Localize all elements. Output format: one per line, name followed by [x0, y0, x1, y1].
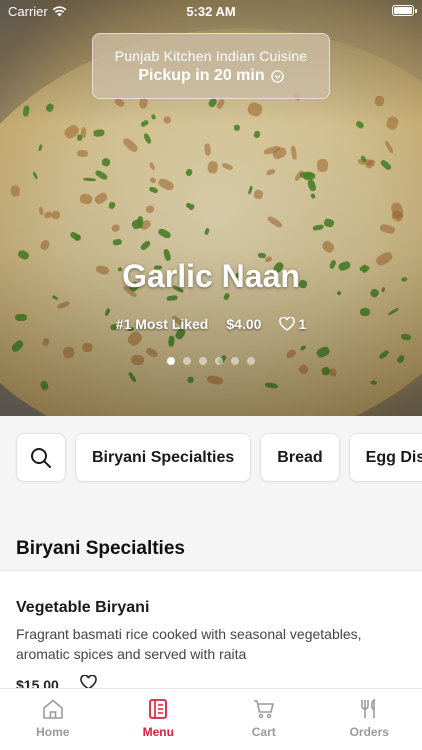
featured-dish-meta: #1 Most Liked $4.00 1: [0, 316, 422, 332]
featured-price: $4.00: [226, 316, 262, 332]
like-count: 1: [298, 316, 307, 332]
tab-cart[interactable]: Cart: [211, 689, 317, 750]
battery-icon: [392, 5, 417, 16]
status-bar: Carrier 5:32 AM: [0, 0, 422, 22]
category-chip-bread[interactable]: Bread: [260, 433, 340, 482]
category-bar: Biryani Specialties Bread Egg Dishes: [0, 416, 422, 500]
category-chip-egg-dishes[interactable]: Egg Dishes: [348, 433, 422, 482]
carousel-dot[interactable]: [231, 357, 239, 365]
clock: 5:32 AM: [186, 4, 236, 19]
section-title: Biryani Specialties: [16, 538, 185, 559]
pickup-time[interactable]: Pickup in 20 min: [93, 67, 329, 85]
section-header: Biryani Specialties: [0, 500, 422, 570]
home-icon: [42, 699, 63, 719]
search-icon: [31, 447, 51, 468]
hero-image: Carrier 5:32 AM Punjab Kitchen Indian Cu…: [0, 0, 422, 416]
like-button[interactable]: 1: [279, 316, 306, 332]
rank-badge: #1 Most Liked: [115, 316, 209, 332]
fork-knife-icon: [361, 698, 376, 718]
carousel-dot[interactable]: [183, 357, 191, 365]
tab-orders[interactable]: Orders: [317, 689, 422, 750]
category-chip-biryani[interactable]: Biryani Specialties: [75, 433, 252, 482]
carousel-dot[interactable]: [167, 357, 175, 365]
carousel-dot[interactable]: [215, 357, 223, 365]
carousel-dot[interactable]: [199, 357, 207, 365]
cart-icon: [253, 700, 274, 719]
menu-icon: [149, 699, 168, 719]
tab-menu[interactable]: Menu: [106, 689, 212, 750]
tab-bar: Home Menu Cart Orders: [0, 688, 422, 750]
chevron-down-circle-icon: [270, 69, 284, 83]
menu-item-name: Vegetable Biryani: [16, 599, 150, 616]
tab-home[interactable]: Home: [0, 689, 106, 750]
restaurant-pickup-card[interactable]: Punjab Kitchen Indian Cuisine Pickup in …: [92, 33, 330, 99]
carousel-dot[interactable]: [247, 357, 255, 365]
heart-icon: [279, 317, 296, 331]
carousel-pagination[interactable]: [0, 357, 422, 365]
restaurant-name: Punjab Kitchen Indian Cuisine: [114, 48, 308, 64]
menu-item[interactable]: Vegetable Biryani Fragrant basmati rice …: [0, 570, 422, 693]
featured-dish-title: Garlic Naan: [122, 258, 300, 294]
search-button[interactable]: [16, 433, 66, 482]
menu-item-description: Fragrant basmati rice cooked with season…: [16, 626, 362, 662]
